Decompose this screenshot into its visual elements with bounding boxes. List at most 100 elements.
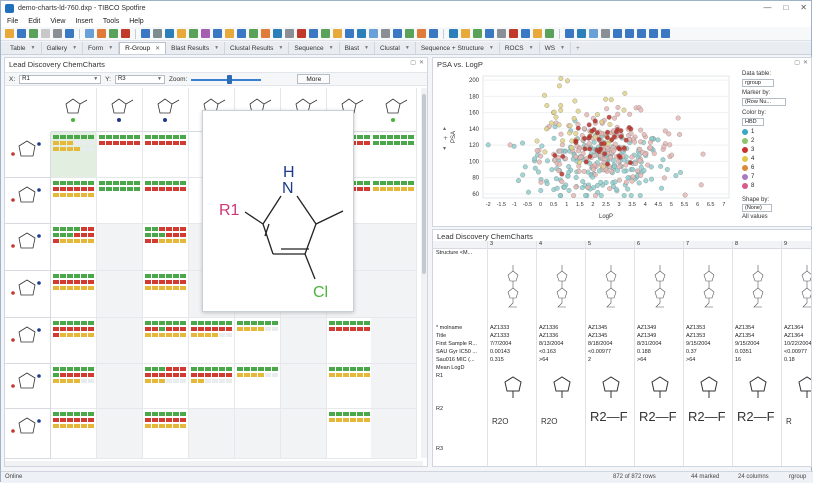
scatter-point[interactable]: [532, 165, 538, 171]
toolbar-tool-icon[interactable]: [309, 29, 318, 38]
toolbar-tool-icon[interactable]: [141, 29, 150, 38]
scatter-point[interactable]: [556, 83, 562, 89]
scatter-point[interactable]: [608, 168, 614, 174]
row-header-structure[interactable]: [5, 318, 51, 364]
scatter-point[interactable]: [607, 122, 613, 127]
row-header-structure[interactable]: [5, 178, 51, 224]
rgroup-cell[interactable]: [51, 409, 97, 459]
scatter-point[interactable]: [675, 115, 681, 121]
close-tab-icon[interactable]: ✕: [155, 45, 160, 52]
toolbar-tool-icon[interactable]: [589, 29, 598, 38]
more-button[interactable]: More: [297, 74, 331, 84]
minimize-icon[interactable]: —: [763, 3, 771, 12]
toolbar-tool-icon[interactable]: [509, 29, 518, 38]
scatter-point[interactable]: [627, 160, 633, 166]
legend-item[interactable]: 3: [742, 147, 754, 153]
rgroup-cell[interactable]: [371, 271, 417, 318]
rgroup-cell[interactable]: [51, 318, 97, 364]
chevron-down-icon[interactable]: ▼: [560, 45, 565, 51]
toolbar-tool-icon[interactable]: [405, 29, 414, 38]
scatter-point[interactable]: [567, 130, 573, 136]
scatter-point[interactable]: [553, 176, 559, 182]
toolbar-tool-icon[interactable]: [497, 29, 506, 38]
table-column[interactable]: 4 AZ1336 AZ1336 8/13/2004 <0.163 >64 R2O: [536, 241, 585, 466]
toolbar-tool-icon[interactable]: [261, 29, 270, 38]
chevron-down-icon[interactable]: ▼: [214, 45, 219, 51]
scatter-point[interactable]: [664, 167, 670, 172]
rgroup-cell[interactable]: [51, 132, 97, 178]
toolbar-tool-icon[interactable]: [521, 29, 530, 38]
zoom-slider[interactable]: [191, 74, 262, 84]
scatter-point[interactable]: [623, 179, 629, 185]
marker-by-select[interactable]: (Row Nu...: [742, 98, 786, 106]
rgroup-cell[interactable]: [143, 318, 189, 364]
scatter-point[interactable]: [576, 148, 581, 154]
toolbar-tool-icon[interactable]: [625, 29, 634, 38]
scatter-point[interactable]: [618, 134, 624, 140]
scatter-point[interactable]: [545, 158, 550, 164]
scatter-point[interactable]: [596, 136, 602, 142]
toolbar-tool-icon[interactable]: [577, 29, 586, 38]
scatter-point[interactable]: [629, 178, 635, 184]
scatter-point[interactable]: [642, 151, 648, 157]
tab-blast-results[interactable]: Blast Results ▼: [166, 42, 226, 54]
table-column[interactable]: 9 AZ1364 AZ1364 10/22/2004 <0.00977 0.18 R: [781, 241, 811, 466]
scatter-point[interactable]: [661, 144, 667, 150]
scatter-point[interactable]: [682, 192, 688, 198]
scatter-point[interactable]: [615, 111, 621, 117]
scatter-point[interactable]: [660, 157, 666, 163]
scatter-point[interactable]: [565, 78, 570, 84]
toolbar-tool-icon[interactable]: [213, 29, 222, 38]
scatter-point[interactable]: [617, 146, 623, 152]
rgroup-cell[interactable]: [97, 364, 143, 409]
column-header-structure[interactable]: [97, 88, 143, 132]
rgroup-cell[interactable]: [235, 364, 281, 409]
toolbar-tool-icon[interactable]: [533, 29, 542, 38]
scatter-point[interactable]: [636, 180, 642, 186]
scatter-point[interactable]: [594, 112, 600, 118]
toolbar-tool-icon[interactable]: [17, 29, 26, 38]
horizontal-scrollbar[interactable]: [5, 461, 423, 466]
scatter-point[interactable]: [651, 151, 657, 156]
scatter-point[interactable]: [542, 92, 547, 98]
scatter-point[interactable]: [557, 148, 563, 154]
toolbar-tool-icon[interactable]: [165, 29, 174, 38]
scatter-point[interactable]: [604, 106, 610, 112]
toolbar-tool-icon[interactable]: [97, 29, 106, 38]
tab-ws[interactable]: WS ▼: [540, 42, 571, 54]
rgroup-cell[interactable]: [97, 409, 143, 459]
scatter-point[interactable]: [638, 139, 644, 145]
chevron-down-icon[interactable]: ▼: [31, 45, 36, 51]
scatter-point[interactable]: [603, 96, 609, 102]
rgroup-cell[interactable]: [371, 132, 417, 178]
scatter-point[interactable]: [678, 170, 683, 175]
scatter-point[interactable]: [571, 193, 577, 199]
scatter-point[interactable]: [558, 107, 564, 113]
scatter-point[interactable]: [677, 132, 683, 137]
scatter-point[interactable]: [559, 179, 565, 185]
scatter-point[interactable]: [667, 142, 673, 148]
chevron-down-icon[interactable]: ▼: [72, 45, 77, 51]
scatter-point[interactable]: [608, 155, 613, 161]
scatter-point[interactable]: [592, 172, 598, 178]
table-column[interactable]: 5 AZ1345 AZ1345 8/18/2004 <0.00977 2 R2—F: [585, 241, 634, 466]
scatter-point[interactable]: [592, 118, 598, 124]
legend-item[interactable]: 4: [742, 156, 754, 162]
toolbar-tool-icon[interactable]: [201, 29, 210, 38]
scatter-point[interactable]: [575, 108, 581, 114]
toolbar-tool-icon[interactable]: [225, 29, 234, 38]
tab-r-group[interactable]: R-Group ✕: [119, 42, 167, 54]
scatter-point[interactable]: [552, 152, 558, 158]
tab-form[interactable]: Form ▼: [83, 42, 120, 54]
scatter-point[interactable]: [573, 184, 579, 190]
scatter-point[interactable]: [572, 98, 578, 104]
scatter-point[interactable]: [538, 188, 544, 193]
toolbar-tool-icon[interactable]: [109, 29, 118, 38]
chevron-down-icon[interactable]: ▼: [364, 45, 369, 51]
scatter-point[interactable]: [621, 193, 627, 199]
rgroup-cell[interactable]: [371, 178, 417, 224]
scatter-point[interactable]: [633, 161, 639, 166]
toolbar-tool-icon[interactable]: [601, 29, 610, 38]
toolbar-tool-icon[interactable]: [249, 29, 258, 38]
toolbar-tool-icon[interactable]: [429, 29, 438, 38]
